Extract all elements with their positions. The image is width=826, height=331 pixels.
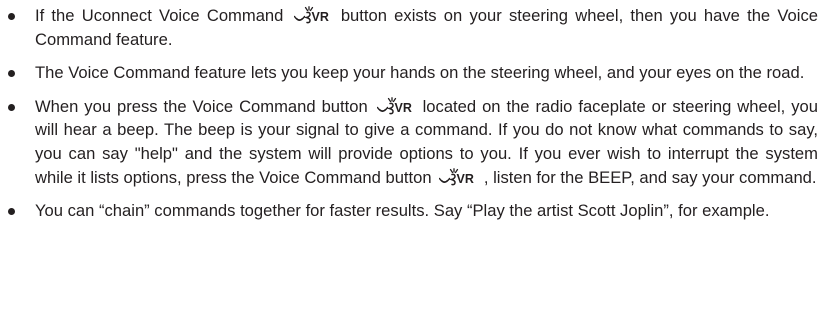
svg-text:VR: VR — [311, 10, 328, 24]
bullet-text: The Voice Command feature lets you keep … — [35, 63, 805, 83]
bullet-item-press-voice-button: When you press the Voice Command button … — [8, 95, 818, 189]
svg-text:VR: VR — [394, 101, 411, 115]
bullet-text: You can “chain” commands together for fa… — [35, 201, 770, 221]
bullet-list: If the Uconnect Voice Command VR button … — [8, 4, 818, 233]
voice-command-vr-icon: VR — [376, 96, 415, 115]
bullet-dot — [8, 70, 15, 78]
bullet-item-voice-button-exists: If the Uconnect Voice Command VR button … — [8, 4, 818, 51]
bullet-text-before-icon: If the Uconnect Voice Command — [35, 6, 284, 25]
bullet-dot — [8, 103, 15, 111]
bullet-text-before-icon: When you press the Voice Command button — [35, 96, 368, 116]
bullet-text-after-icon: , listen for the BEEP, and say your comm… — [483, 167, 817, 187]
voice-command-vr-icon: VR — [439, 167, 477, 186]
svg-text:VR: VR — [457, 172, 474, 186]
bullet-dot — [8, 13, 15, 20]
bullet-dot — [8, 208, 15, 216]
bullet-item-chain-commands: You can “chain” commands together for fa… — [8, 199, 818, 223]
voice-command-vr-icon: VR — [293, 6, 332, 24]
bullet-item-hands-on-wheel: The Voice Command feature lets you keep … — [8, 61, 818, 85]
